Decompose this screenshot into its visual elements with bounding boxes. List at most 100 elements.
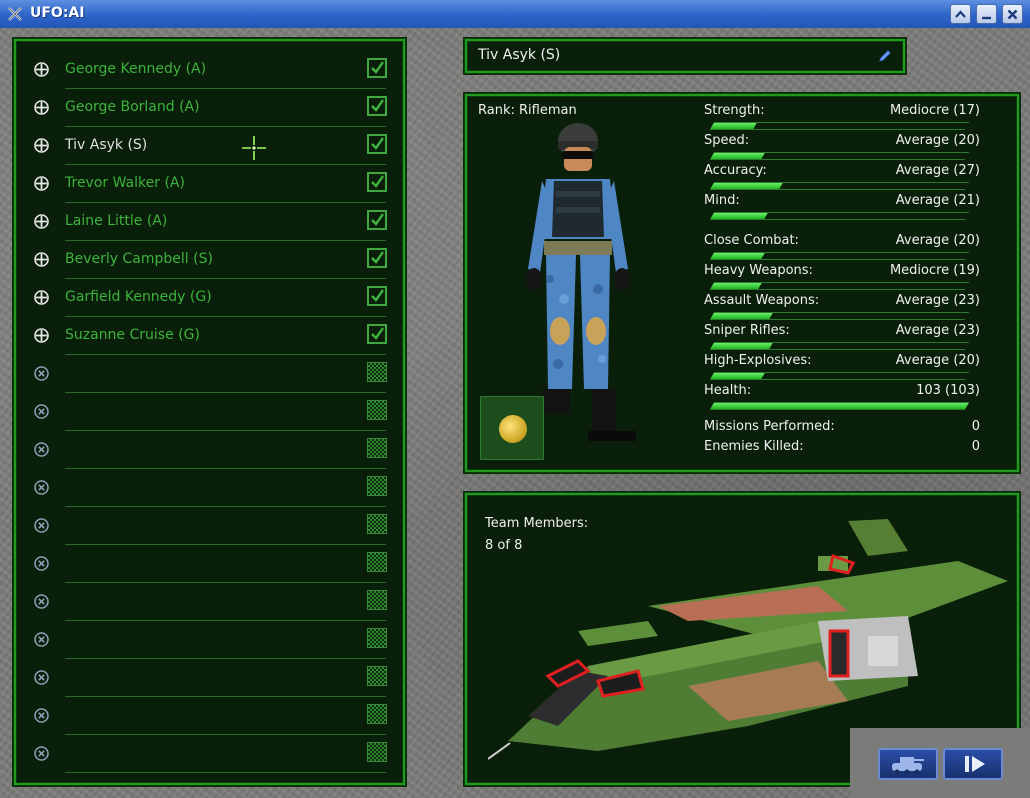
crosshair-plus-icon[interactable] — [34, 290, 49, 305]
empty-slot-row[interactable] — [17, 355, 402, 393]
empty-slot-row[interactable] — [17, 735, 402, 773]
empty-slot-checkbox[interactable] — [367, 742, 387, 762]
shade-button[interactable] — [950, 4, 971, 24]
crosshair-plus-icon[interactable] — [34, 214, 49, 229]
soldier-row[interactable]: Laine Little (A) — [17, 203, 402, 241]
circle-x-icon[interactable] — [34, 746, 49, 761]
circle-x-icon[interactable] — [34, 480, 49, 495]
empty-slot-row[interactable] — [17, 583, 402, 621]
stat-label: Health: — [704, 383, 752, 398]
empty-slot-checkbox[interactable] — [367, 628, 387, 648]
soldier-name-label[interactable]: Suzanne Cruise (G) — [65, 327, 200, 343]
soldier-name-label[interactable]: Garfield Kennedy (G) — [65, 289, 212, 305]
stat-bar — [709, 372, 970, 380]
crosshair-plus-icon[interactable] — [34, 62, 49, 77]
crosshair-plus-icon[interactable] — [34, 252, 49, 267]
circle-x-icon[interactable] — [34, 404, 49, 419]
selection-cursor-icon — [242, 136, 266, 160]
empty-slot-checkbox[interactable] — [367, 400, 387, 420]
soldier-row[interactable]: Beverly Campbell (S) — [17, 241, 402, 279]
soldier-name-label[interactable]: Beverly Campbell (S) — [65, 251, 213, 267]
soldier-row[interactable]: Trevor Walker (A) — [17, 165, 402, 203]
soldier-row[interactable]: George Kennedy (A) — [17, 51, 402, 89]
empty-slot-row[interactable] — [17, 469, 402, 507]
soldier-row[interactable]: Garfield Kennedy (G) — [17, 279, 402, 317]
circle-x-icon[interactable] — [34, 366, 49, 381]
soldier-name-label[interactable]: Trevor Walker (A) — [65, 175, 185, 191]
circle-x-icon[interactable] — [34, 518, 49, 533]
window-title: UFO:AI — [30, 5, 85, 21]
empty-slot-row[interactable] — [17, 431, 402, 469]
stat-bar-fill — [710, 253, 765, 259]
assign-checkbox[interactable] — [367, 58, 387, 78]
assign-checkbox[interactable] — [367, 248, 387, 268]
assign-checkbox[interactable] — [367, 96, 387, 116]
soldier-stats-panel: Rank: Rifleman Missions Performed: 0 Ene… — [464, 93, 1020, 473]
close-button[interactable] — [1002, 4, 1023, 24]
assign-checkbox[interactable] — [367, 172, 387, 192]
checkmark-icon — [371, 289, 384, 302]
empty-slot-row[interactable] — [17, 507, 402, 545]
empty-slot-checkbox[interactable] — [367, 362, 387, 382]
stat-row: Health: 103 (103) — [704, 383, 980, 413]
soldier-name-bar[interactable]: Tiv Asyk (S) — [464, 38, 906, 74]
stat-row: Accuracy: Average (27) — [704, 163, 980, 193]
soldier-row[interactable]: Suzanne Cruise (G) — [17, 317, 402, 355]
checkmark-icon — [371, 213, 384, 226]
stat-row: Sniper Rifles: Average (23) — [704, 323, 980, 353]
soldier-name-label[interactable]: Laine Little (A) — [65, 213, 167, 229]
vehicle-button[interactable] — [878, 748, 938, 780]
circle-x-icon[interactable] — [34, 442, 49, 457]
crosshair-plus-icon[interactable] — [34, 138, 49, 153]
empty-slot-checkbox[interactable] — [367, 666, 387, 686]
empty-slot-checkbox[interactable] — [367, 438, 387, 458]
stat-value: Mediocre (17) — [889, 103, 980, 118]
crosshair-plus-icon[interactable] — [34, 176, 49, 191]
crosshair-plus-icon[interactable] — [34, 328, 49, 343]
soldier-row[interactable]: Tiv Asyk (S) — [17, 127, 402, 165]
empty-slot-checkbox[interactable] — [367, 552, 387, 572]
empty-slot-row[interactable] — [17, 545, 402, 583]
empty-slot-checkbox[interactable] — [367, 704, 387, 724]
empty-slot-row[interactable] — [17, 393, 402, 431]
stat-bar — [709, 312, 970, 320]
stat-value: Mediocre (19) — [889, 263, 980, 278]
globe-button[interactable] — [480, 396, 544, 460]
assign-checkbox[interactable] — [367, 324, 387, 344]
assign-checkbox[interactable] — [367, 134, 387, 154]
circle-x-icon[interactable] — [34, 670, 49, 685]
stat-label: Heavy Weapons: — [704, 263, 813, 278]
soldier-row[interactable]: George Borland (A) — [17, 89, 402, 127]
stat-label: Mind: — [704, 193, 740, 208]
checkmark-icon — [371, 61, 384, 74]
minimize-button[interactable] — [976, 4, 997, 24]
empty-slot-row[interactable] — [17, 659, 402, 697]
kills-row: Enemies Killed: 0 — [704, 439, 980, 457]
soldier-name-label[interactable]: George Kennedy (A) — [65, 61, 206, 77]
assign-checkbox[interactable] — [367, 210, 387, 230]
empty-slot-checkbox[interactable] — [367, 514, 387, 534]
stat-bar-fill — [710, 373, 765, 379]
stat-bar — [709, 212, 970, 220]
empty-slot-row[interactable] — [17, 697, 402, 735]
checkmark-icon — [371, 175, 384, 188]
circle-x-icon[interactable] — [34, 594, 49, 609]
soldier-name-label[interactable]: Tiv Asyk (S) — [65, 137, 147, 153]
circle-x-icon[interactable] — [34, 632, 49, 647]
circle-x-icon[interactable] — [34, 556, 49, 571]
crosshair-plus-icon[interactable] — [34, 100, 49, 115]
stat-bar-fill — [710, 183, 783, 189]
stat-bar-fill — [710, 153, 765, 159]
empty-slot-checkbox[interactable] — [367, 476, 387, 496]
soldier-name-label[interactable]: George Borland (A) — [65, 99, 200, 115]
checkmark-icon — [371, 327, 384, 340]
circle-x-icon[interactable] — [34, 708, 49, 723]
assign-checkbox[interactable] — [367, 286, 387, 306]
empty-slot-checkbox[interactable] — [367, 590, 387, 610]
empty-slot-row[interactable] — [17, 621, 402, 659]
pencil-icon[interactable] — [878, 49, 892, 63]
stat-bar — [709, 282, 970, 290]
next-button[interactable] — [943, 748, 1003, 780]
minimize-icon — [982, 16, 991, 20]
stat-bar-fill — [710, 313, 773, 319]
